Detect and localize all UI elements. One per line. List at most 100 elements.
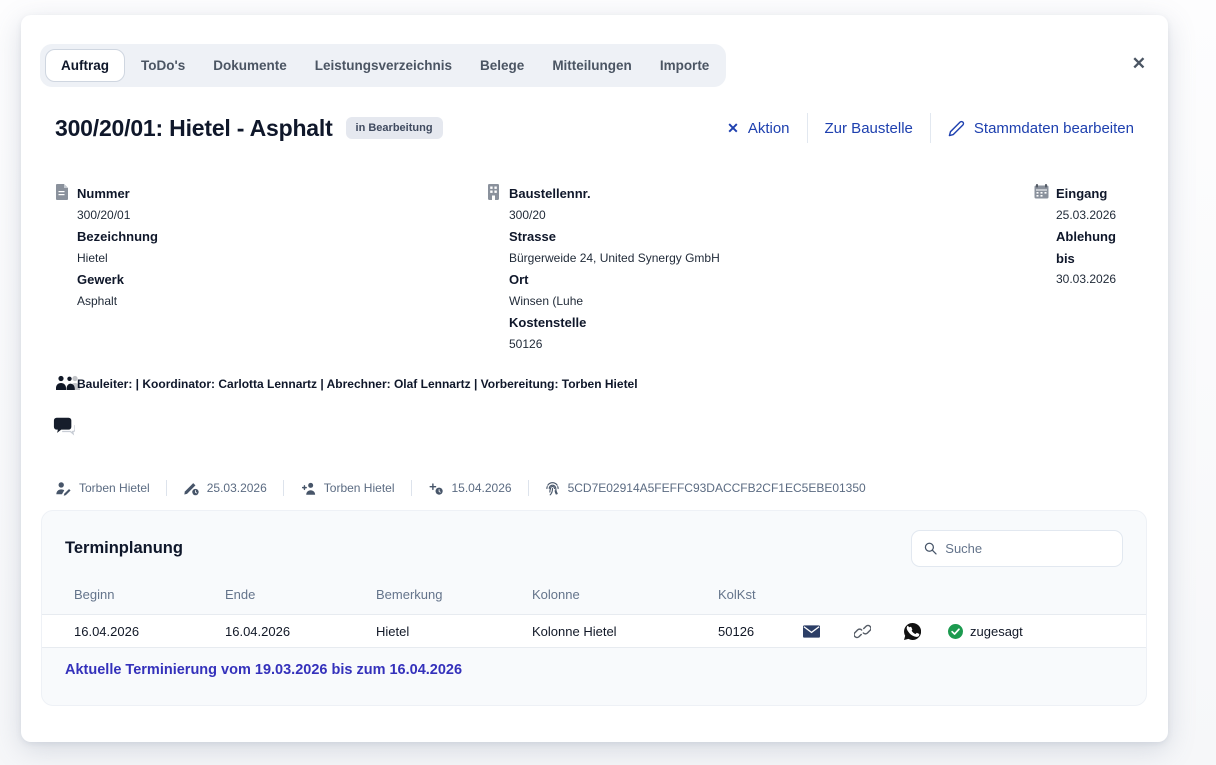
close-icon[interactable]: ✕ — [1132, 55, 1146, 72]
field-label: Baustellennr. — [509, 183, 720, 205]
field-value: 50126 — [509, 334, 720, 356]
record-hash: 5CD7E02914A5FEFFC93DACCFB2CF1EC5EBE01350 — [545, 481, 866, 496]
modified-by: Torben Hietel — [55, 481, 150, 496]
cell-kolkst: 50126 — [686, 624, 785, 639]
cell-beginn: 16.04.2026 — [42, 624, 193, 639]
table-row[interactable]: 16.04.2026 16.04.2026 Hietel Kolonne Hie… — [42, 614, 1146, 648]
field-value: 300/20 — [509, 205, 720, 227]
divider — [283, 480, 284, 496]
field-label: Ablehung bis — [1056, 226, 1134, 269]
page-title: 300/20/01: Hietel - Asphalt — [55, 115, 333, 142]
field-value: Winsen (Luhe — [509, 291, 720, 313]
divider — [166, 480, 167, 496]
col-header-kolkst: KolKst — [686, 581, 785, 614]
cell-kolonne: Kolonne Hietel — [500, 624, 686, 639]
tab-belege[interactable]: Belege — [468, 50, 536, 81]
modified-date: 25.03.2026 — [183, 481, 267, 496]
termin-table: Beginn Ende Bemerkung Kolonne KolKst 16.… — [42, 581, 1146, 648]
table-header-row: Beginn Ende Bemerkung Kolonne KolKst — [42, 581, 1146, 614]
col-header-ende: Ende — [193, 581, 344, 614]
divider — [930, 113, 931, 143]
aktion-button[interactable]: ✕ Aktion — [727, 120, 789, 137]
cell-bemerkung: Hietel — [344, 624, 500, 639]
auftrag-modal: ✕ Auftrag ToDo's Dokumente Leistungsverz… — [21, 15, 1168, 742]
field-value: 25.03.2026 — [1056, 205, 1134, 227]
team-line-text: Bauleiter: | Koordinator: Carlotta Lenna… — [77, 377, 638, 391]
audit-meta-row: Torben Hietel 25.03.2026 Torben Hietel 1… — [55, 480, 866, 496]
terminplanung-title: Terminplanung — [65, 539, 183, 558]
search-input[interactable] — [945, 541, 1110, 556]
zur-baustelle-label: Zur Baustelle — [825, 120, 913, 137]
record-hash-text: 5CD7E02914A5FEFFC93DACCFB2CF1EC5EBE01350 — [568, 481, 866, 495]
field-value: 30.03.2026 — [1056, 269, 1134, 291]
field-label: Gewerk — [77, 269, 158, 291]
whatsapp-button[interactable] — [887, 623, 938, 640]
chat-row[interactable] — [53, 415, 75, 442]
add-date-icon — [428, 481, 444, 496]
field-label: Bezeichnung — [77, 226, 158, 248]
divider — [807, 113, 808, 143]
field-label: Kostenstelle — [509, 312, 720, 334]
search-icon — [924, 541, 937, 556]
field-label: Nummer — [77, 183, 158, 205]
tab-bar: Auftrag ToDo's Dokumente Leistungsverzei… — [40, 44, 726, 87]
people-group-icon — [55, 375, 89, 393]
tab-mitteilungen[interactable]: Mitteilungen — [540, 50, 644, 81]
tab-dokumente[interactable]: Dokumente — [201, 50, 299, 81]
stammdaten-label: Stammdaten bearbeiten — [974, 120, 1134, 137]
zur-baustelle-button[interactable]: Zur Baustelle — [825, 120, 913, 137]
created-by-text: Torben Hietel — [324, 481, 395, 495]
tab-auftrag[interactable]: Auftrag — [45, 49, 125, 82]
edit-date-icon — [183, 481, 199, 496]
field-label: Ort — [509, 269, 720, 291]
detail-col-auftrag: Nummer 300/20/01 Bezeichnung Hietel Gewe… — [55, 183, 487, 355]
tab-leistungsverzeichnis[interactable]: Leistungsverzeichnis — [303, 50, 464, 81]
header-actions: ✕ Aktion Zur Baustelle Stammdaten bearbe… — [727, 113, 1134, 143]
user-add-icon — [300, 481, 316, 496]
team-line: Bauleiter: | Koordinator: Carlotta Lenna… — [55, 375, 638, 393]
whatsapp-icon — [904, 623, 921, 640]
status-text: zugesagt — [970, 624, 1023, 639]
col-header-beginn: Beginn — [42, 581, 193, 614]
field-value: Bürgerweide 24, United Synergy GmbH — [509, 248, 720, 270]
link-button[interactable] — [838, 624, 887, 639]
check-circle-icon — [948, 624, 963, 639]
pencil-icon — [948, 120, 965, 137]
x-icon: ✕ — [727, 120, 739, 137]
created-date-text: 15.04.2026 — [452, 481, 512, 495]
header-row: 300/20/01: Hietel - Asphalt in Bearbeitu… — [55, 113, 1134, 143]
tab-todos[interactable]: ToDo's — [129, 50, 197, 81]
field-value: Asphalt — [77, 291, 158, 313]
terminplanung-header: Terminplanung — [42, 511, 1146, 581]
status-cell: zugesagt — [938, 624, 1146, 639]
calendar-icon — [1034, 183, 1049, 355]
cell-ende: 16.04.2026 — [193, 624, 344, 639]
field-label: Strasse — [509, 226, 720, 248]
fingerprint-icon — [545, 481, 560, 496]
terminierung-note: Aktuelle Terminierung vom 19.03.2026 bis… — [42, 648, 1146, 678]
field-value: 300/20/01 — [77, 205, 158, 227]
col-header-kolonne: Kolonne — [500, 581, 686, 614]
field-label: Eingang — [1056, 183, 1134, 205]
status-badge: in Bearbeitung — [346, 117, 443, 139]
detail-col-termine: Eingang 25.03.2026 Ablehung bis 30.03.20… — [1034, 183, 1134, 355]
divider — [411, 480, 412, 496]
screen: ✕ Auftrag ToDo's Dokumente Leistungsverz… — [0, 0, 1216, 765]
stammdaten-bearbeiten-button[interactable]: Stammdaten bearbeiten — [948, 120, 1134, 137]
chat-bubble-icon — [53, 415, 75, 437]
mail-icon — [803, 625, 820, 638]
building-icon — [487, 183, 502, 355]
mail-button[interactable] — [785, 625, 838, 638]
link-icon — [854, 624, 871, 639]
terminplanung-panel: Terminplanung Beginn Ende Bemerkung Kolo… — [41, 510, 1147, 706]
document-icon — [55, 183, 70, 355]
field-value: Hietel — [77, 248, 158, 270]
tab-importe[interactable]: Importe — [648, 50, 722, 81]
user-edit-icon — [55, 481, 71, 496]
created-date: 15.04.2026 — [428, 481, 512, 496]
search-box[interactable] — [911, 530, 1123, 567]
modified-by-text: Torben Hietel — [79, 481, 150, 495]
detail-col-baustelle: Baustellennr. 300/20 Strasse Bürgerweide… — [487, 183, 1034, 355]
modified-date-text: 25.03.2026 — [207, 481, 267, 495]
aktion-label: Aktion — [748, 120, 790, 137]
